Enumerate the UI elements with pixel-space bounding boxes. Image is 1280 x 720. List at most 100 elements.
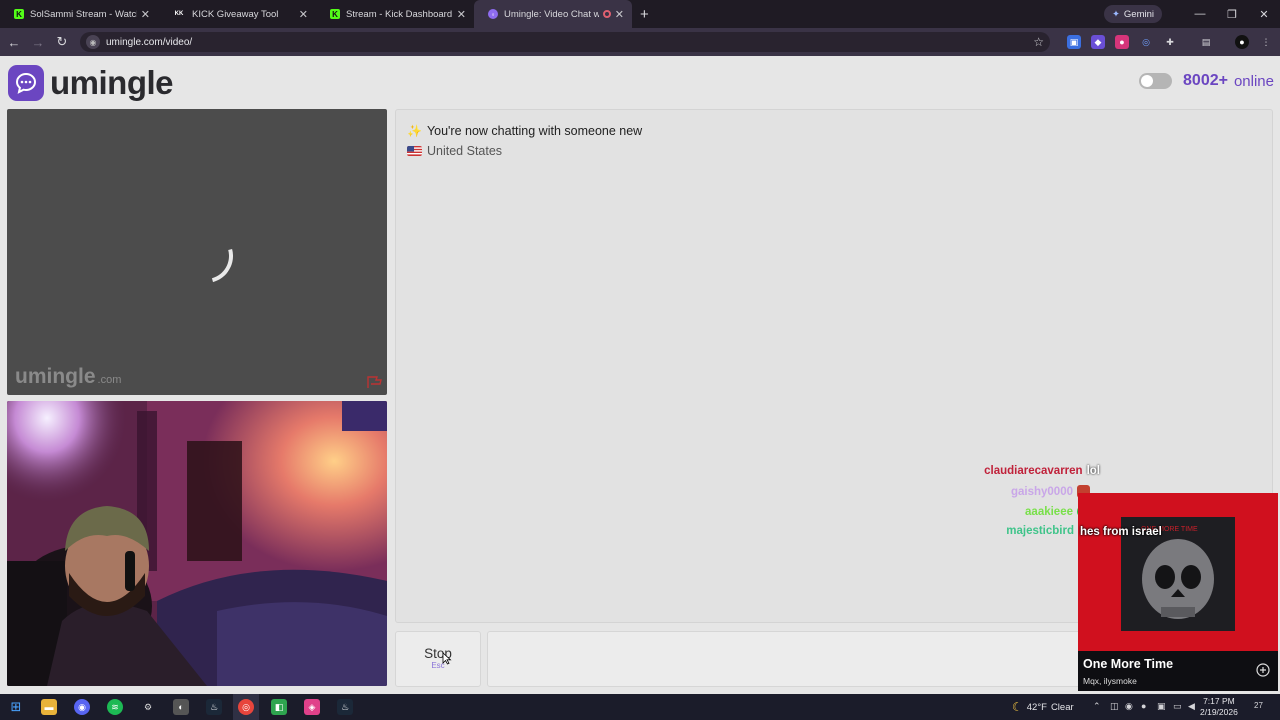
restore-button[interactable]: ❐ — [1216, 0, 1248, 28]
extensions-puzzle-icon[interactable]: ✚ — [1163, 35, 1177, 49]
system-clock[interactable]: 7:17 PM 2/19/2026 — [1200, 696, 1238, 718]
loading-spinner — [169, 219, 243, 293]
tab-strip: K SolSammi Stream - Watch Live ✕ KK KICK… — [0, 0, 1280, 28]
extension-icon[interactable]: ◎ — [1139, 35, 1153, 49]
umingle-logo[interactable]: umingle — [8, 64, 174, 102]
watermark-suffix: .com — [97, 374, 122, 386]
extension-icon[interactable]: ● — [1115, 35, 1129, 49]
clock-time: 7:17 PM — [1203, 696, 1235, 706]
url-text: umingle.com/video/ — [106, 36, 193, 48]
moon-icon: ☾ — [1012, 700, 1023, 714]
taskbar: ⊞ ▬ ◉ ≋ ⚙ ◐ ♨ ◎ ◧ ◈ ♨ ☾ 42°F Clear ⌃ ◫ ◉… — [0, 694, 1280, 720]
microphone-icon[interactable]: ● — [1141, 701, 1146, 711]
tray-icon[interactable]: ◉ — [1125, 701, 1133, 712]
volume-icon[interactable]: ◀ — [1188, 701, 1195, 712]
weather-widget[interactable]: ☾ 42°F Clear — [1012, 700, 1074, 714]
chat-bubble-icon — [8, 65, 44, 101]
spotify-icon[interactable]: ≋ — [107, 699, 123, 715]
message-input[interactable] — [487, 631, 1087, 687]
app-icon[interactable]: ◧ — [271, 699, 287, 715]
kick-giveaway-icon: KK — [174, 11, 184, 17]
forward-button[interactable]: → — [26, 35, 50, 50]
watermark-text: umingle — [15, 365, 96, 388]
tab-title: Stream - Kick Dashboard — [346, 8, 453, 20]
online-label: online — [1233, 72, 1274, 90]
clock-date: 2/19/2026 — [1200, 707, 1238, 717]
tab-solsammi-stream[interactable]: K SolSammi Stream - Watch Live ✕ — [0, 0, 158, 28]
tab-title: KICK Giveaway Tool — [192, 8, 279, 20]
windows-start-icon[interactable]: ⊞ — [8, 699, 24, 715]
mouse-cursor-icon — [442, 652, 452, 665]
close-icon[interactable]: ✕ — [457, 8, 466, 21]
close-icon[interactable]: ✕ — [141, 8, 150, 21]
bookmark-star-icon[interactable]: ☆ — [1033, 35, 1044, 49]
tab-kick-giveaway[interactable]: KK KICK Giveaway Tool ✕ — [158, 0, 316, 28]
discord-icon[interactable]: ◉ — [74, 699, 90, 715]
gemini-button[interactable]: ✦ Gemini — [1103, 5, 1162, 23]
chat-username: gaishy0000 — [1010, 485, 1073, 498]
stop-shortcut-hint: Esc — [431, 661, 445, 670]
app-icon[interactable]: ◈ — [304, 699, 320, 715]
minimize-button[interactable]: — — [1184, 0, 1216, 28]
now-playing-card: ONE MORE TIME One More Time Mqx, ilysmok… — [1078, 493, 1278, 691]
tab-kick-dashboard[interactable]: K Stream - Kick Dashboard ✕ — [316, 0, 474, 28]
weather-temp: 42°F — [1026, 701, 1047, 713]
chat-username: aaakieee — [1025, 505, 1073, 518]
overlay-chat-line: claudiarecavarren lol — [984, 465, 1100, 477]
new-tab-button[interactable]: + — [640, 6, 649, 23]
reload-button[interactable]: ↻ — [50, 34, 74, 50]
webcam-feed-image — [7, 401, 387, 686]
back-button[interactable]: ← — [2, 35, 26, 50]
kick-icon: K — [14, 9, 24, 19]
close-window-button[interactable]: ✕ — [1248, 0, 1280, 28]
country-name: United States — [427, 144, 503, 158]
steam-icon[interactable]: ♨ — [337, 699, 353, 715]
steam-icon[interactable]: ♨ — [206, 699, 222, 715]
report-flag-icon[interactable] — [365, 375, 383, 389]
track-artist: Mqx, ilysmoke — [1083, 676, 1137, 686]
chat-message: lol — [1086, 465, 1100, 477]
site-info-icon[interactable]: ◉ — [86, 35, 100, 49]
add-circle-icon[interactable] — [1256, 663, 1270, 677]
self-video — [7, 401, 387, 686]
stop-button[interactable]: Stop Esc — [395, 631, 481, 687]
network-icon[interactable]: ▭ — [1173, 701, 1182, 712]
chat-status-text: You're now chatting with someone new — [426, 124, 643, 138]
notification-badge[interactable]: 27 — [1254, 701, 1263, 710]
umingle-tab-icon: ◦ — [488, 9, 498, 19]
tray-icon[interactable]: ◫ — [1110, 701, 1119, 712]
stranger-country: United States — [407, 144, 502, 158]
logo-text: umingle — [50, 64, 174, 101]
address-bar[interactable]: ◉ umingle.com/video/ ☆ — [80, 32, 1050, 52]
file-explorer-icon[interactable]: ▬ — [41, 699, 57, 715]
menu-icon[interactable]: ⋮ — [1259, 35, 1273, 49]
side-panel-icon[interactable]: ▤ — [1199, 35, 1213, 49]
chevron-up-icon[interactable]: ⌃ — [1093, 701, 1101, 712]
theme-toggle[interactable] — [1139, 73, 1173, 89]
sparkle-icon: ✨ — [407, 124, 422, 138]
extension-icon[interactable]: ◆ — [1091, 35, 1105, 49]
recording-icon — [602, 10, 611, 18]
stop-label: Stop — [424, 646, 452, 661]
tray-icon[interactable]: ▣ — [1157, 701, 1166, 712]
tab-umingle[interactable]: ◦ Umingle: Video Chat with S ✕ — [474, 0, 632, 28]
close-icon[interactable]: ✕ — [615, 8, 624, 21]
overlay-chat-line: majesticbird — [1006, 525, 1074, 537]
chrome-icon[interactable]: ◎ — [238, 699, 254, 715]
chat-username: majesticbird — [1006, 525, 1074, 537]
tab-title: Umingle: Video Chat with S — [504, 8, 599, 20]
weather-condition: Clear — [1050, 701, 1074, 713]
close-icon[interactable]: ✕ — [299, 8, 308, 21]
gemini-icon: ✦ — [1111, 8, 1120, 20]
chat-status: ✨ You're now chatting with someone new — [407, 124, 642, 138]
overlay-chat-message: hes from israel — [1080, 526, 1162, 538]
toolbar: ← → ↻ ◉ umingle.com/video/ ☆ — [0, 28, 1280, 56]
video-watermark: umingle .com — [15, 365, 121, 389]
online-count: 8002+ — [1183, 72, 1228, 89]
online-indicator: 8002+ online — [1139, 72, 1274, 90]
settings-gear-icon[interactable]: ⚙ — [140, 699, 156, 715]
extension-icon[interactable]: ▣ — [1067, 35, 1081, 49]
gemini-label: Gemini — [1123, 8, 1154, 20]
profile-avatar[interactable]: ● — [1235, 35, 1249, 49]
app-icon[interactable]: ◐ — [173, 699, 189, 715]
